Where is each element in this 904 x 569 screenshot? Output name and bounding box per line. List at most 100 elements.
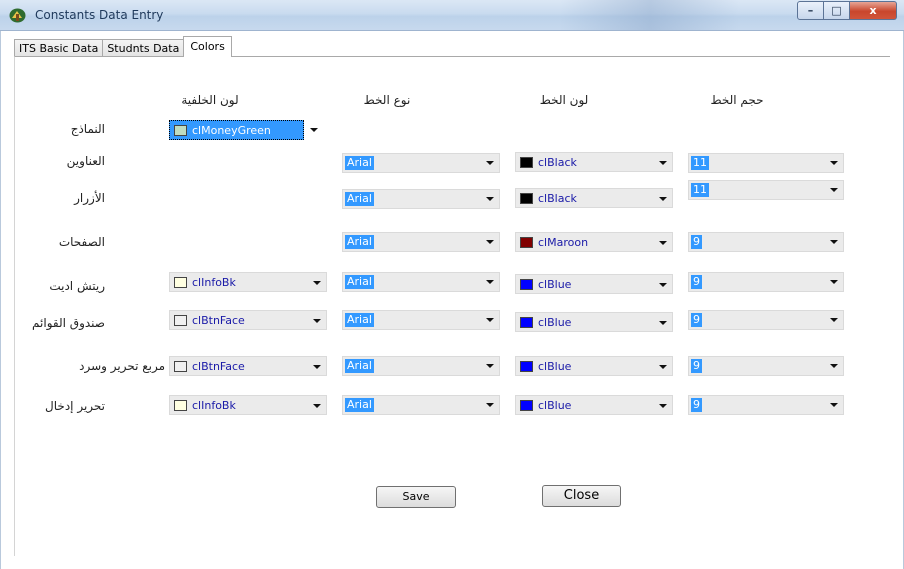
size-combo-pages[interactable]: 9 — [688, 232, 844, 252]
chevron-down-icon — [830, 240, 838, 244]
font-color-combo-combobox[interactable]: clBlue — [515, 356, 673, 376]
color-swatch — [520, 317, 533, 328]
size-value: 9 — [691, 313, 702, 327]
row-label-combobox: مربع تحرير وسرد — [79, 359, 165, 373]
color-swatch — [520, 400, 533, 411]
font-color-combo-headings[interactable]: clBlack — [515, 152, 673, 172]
color-swatch — [520, 193, 533, 204]
chevron-down-icon — [659, 197, 667, 201]
font-combo-listbox[interactable]: Arial — [342, 310, 500, 330]
title-bar: Constants Data Entry – □ x — [0, 0, 904, 31]
bg-color-value: clInfoBk — [192, 399, 236, 412]
row-label-pages: الصفحات — [58, 235, 105, 249]
font-color-value: clBlack — [538, 156, 577, 169]
header-font-size: حجم الخط — [710, 93, 764, 107]
save-button[interactable]: Save — [376, 486, 456, 508]
font-combo-richedit[interactable]: Arial — [342, 272, 500, 292]
chevron-down-icon — [830, 161, 838, 165]
font-combo-combobox[interactable]: Arial — [342, 356, 500, 376]
font-value: Arial — [345, 275, 374, 289]
bg-color-value: clInfoBk — [192, 276, 236, 289]
chevron-down-icon — [659, 321, 667, 325]
chevron-down-icon — [486, 197, 494, 201]
chevron-down-icon — [830, 318, 838, 322]
close-window-button[interactable]: x — [850, 1, 897, 20]
font-combo-buttons[interactable]: Arial — [342, 189, 500, 209]
size-combo-edit[interactable]: 9 — [688, 395, 844, 415]
chevron-down-icon — [830, 403, 838, 407]
font-color-value: clMaroon — [538, 236, 589, 249]
font-color-combo-buttons[interactable]: clBlack — [515, 188, 673, 208]
chevron-down-icon — [313, 365, 321, 369]
size-combo-richedit[interactable]: 9 — [688, 272, 844, 292]
font-value: Arial — [345, 192, 374, 206]
window-title: Constants Data Entry — [35, 8, 164, 22]
header-font-type: نوع الخط — [363, 93, 411, 107]
row-label-edit: تحرير إدخال — [45, 399, 105, 413]
bg-color-combo-listbox[interactable]: clBtnFace — [169, 310, 327, 330]
minimize-button[interactable]: – — [797, 1, 824, 20]
header-background-color: لون الخلفية — [181, 93, 239, 107]
font-value: Arial — [345, 156, 374, 170]
chevron-down-icon — [486, 364, 494, 368]
font-color-combo-listbox[interactable]: clBlue — [515, 312, 673, 332]
size-value: 9 — [691, 275, 702, 289]
bg-color-combo-richedit[interactable]: clInfoBk — [169, 272, 327, 292]
bg-color-value: clMoneyGreen — [192, 124, 271, 137]
chevron-down-icon — [313, 319, 321, 323]
font-combo-pages[interactable]: Arial — [342, 232, 500, 252]
color-swatch — [174, 277, 187, 288]
size-value: 11 — [691, 156, 709, 170]
chevron-down-icon[interactable] — [310, 128, 318, 132]
size-value: 11 — [691, 183, 709, 197]
chevron-down-icon — [313, 404, 321, 408]
size-value: 9 — [691, 398, 702, 412]
size-combo-listbox[interactable]: 9 — [688, 310, 844, 330]
font-color-combo-richedit[interactable]: clBlue — [515, 274, 673, 294]
bg-color-combo-combobox[interactable]: clBtnFace — [169, 356, 327, 376]
font-color-value: clBlue — [538, 360, 572, 373]
font-color-combo-pages[interactable]: clMaroon — [515, 232, 673, 252]
font-color-value: clBlack — [538, 192, 577, 205]
tab-strip: ITS Basic Data Studnts Data Colors — [14, 35, 232, 57]
chevron-down-icon — [659, 283, 667, 287]
title-bar-glare — [560, 0, 740, 30]
chevron-down-icon — [486, 240, 494, 244]
font-color-value: clBlue — [538, 278, 572, 291]
font-color-value: clBlue — [538, 399, 572, 412]
app-icon — [9, 8, 26, 23]
chevron-down-icon — [659, 404, 667, 408]
chevron-down-icon — [830, 364, 838, 368]
font-combo-edit[interactable]: Arial — [342, 395, 500, 415]
size-combo-combobox[interactable]: 9 — [688, 356, 844, 376]
tab-its-basic-data[interactable]: ITS Basic Data — [14, 39, 104, 57]
color-swatch — [520, 237, 533, 248]
close-button[interactable]: Close — [542, 485, 621, 507]
row-label-richedit: ريتش اديت — [49, 279, 105, 293]
font-combo-headings[interactable]: Arial — [342, 153, 500, 173]
size-combo-headings[interactable]: 11 — [688, 153, 844, 173]
size-combo-buttons[interactable]: 11 — [688, 180, 844, 200]
maximize-button[interactable]: □ — [824, 1, 850, 20]
row-label-listbox: صندوق القوائم — [32, 316, 105, 330]
color-swatch — [174, 125, 187, 136]
color-swatch — [174, 361, 187, 372]
chevron-down-icon — [486, 403, 494, 407]
font-color-combo-edit[interactable]: clBlue — [515, 395, 673, 415]
chevron-down-icon — [659, 365, 667, 369]
bg-color-combo-edit[interactable]: clInfoBk — [169, 395, 327, 415]
row-label-buttons: الأزرار — [74, 191, 105, 205]
chevron-down-icon — [659, 161, 667, 165]
font-value: Arial — [345, 235, 374, 249]
bg-color-value: clBtnFace — [192, 360, 245, 373]
window-controls: – □ x — [797, 1, 897, 21]
size-value: 9 — [691, 235, 702, 249]
tab-colors[interactable]: Colors — [183, 36, 232, 57]
chevron-down-icon — [830, 188, 838, 192]
chevron-down-icon — [486, 318, 494, 322]
chevron-down-icon — [486, 161, 494, 165]
tab-studnts-data[interactable]: Studnts Data — [102, 39, 185, 57]
color-swatch — [174, 400, 187, 411]
bg-color-combo-forms[interactable]: clMoneyGreen — [169, 120, 304, 140]
chevron-down-icon — [313, 281, 321, 285]
